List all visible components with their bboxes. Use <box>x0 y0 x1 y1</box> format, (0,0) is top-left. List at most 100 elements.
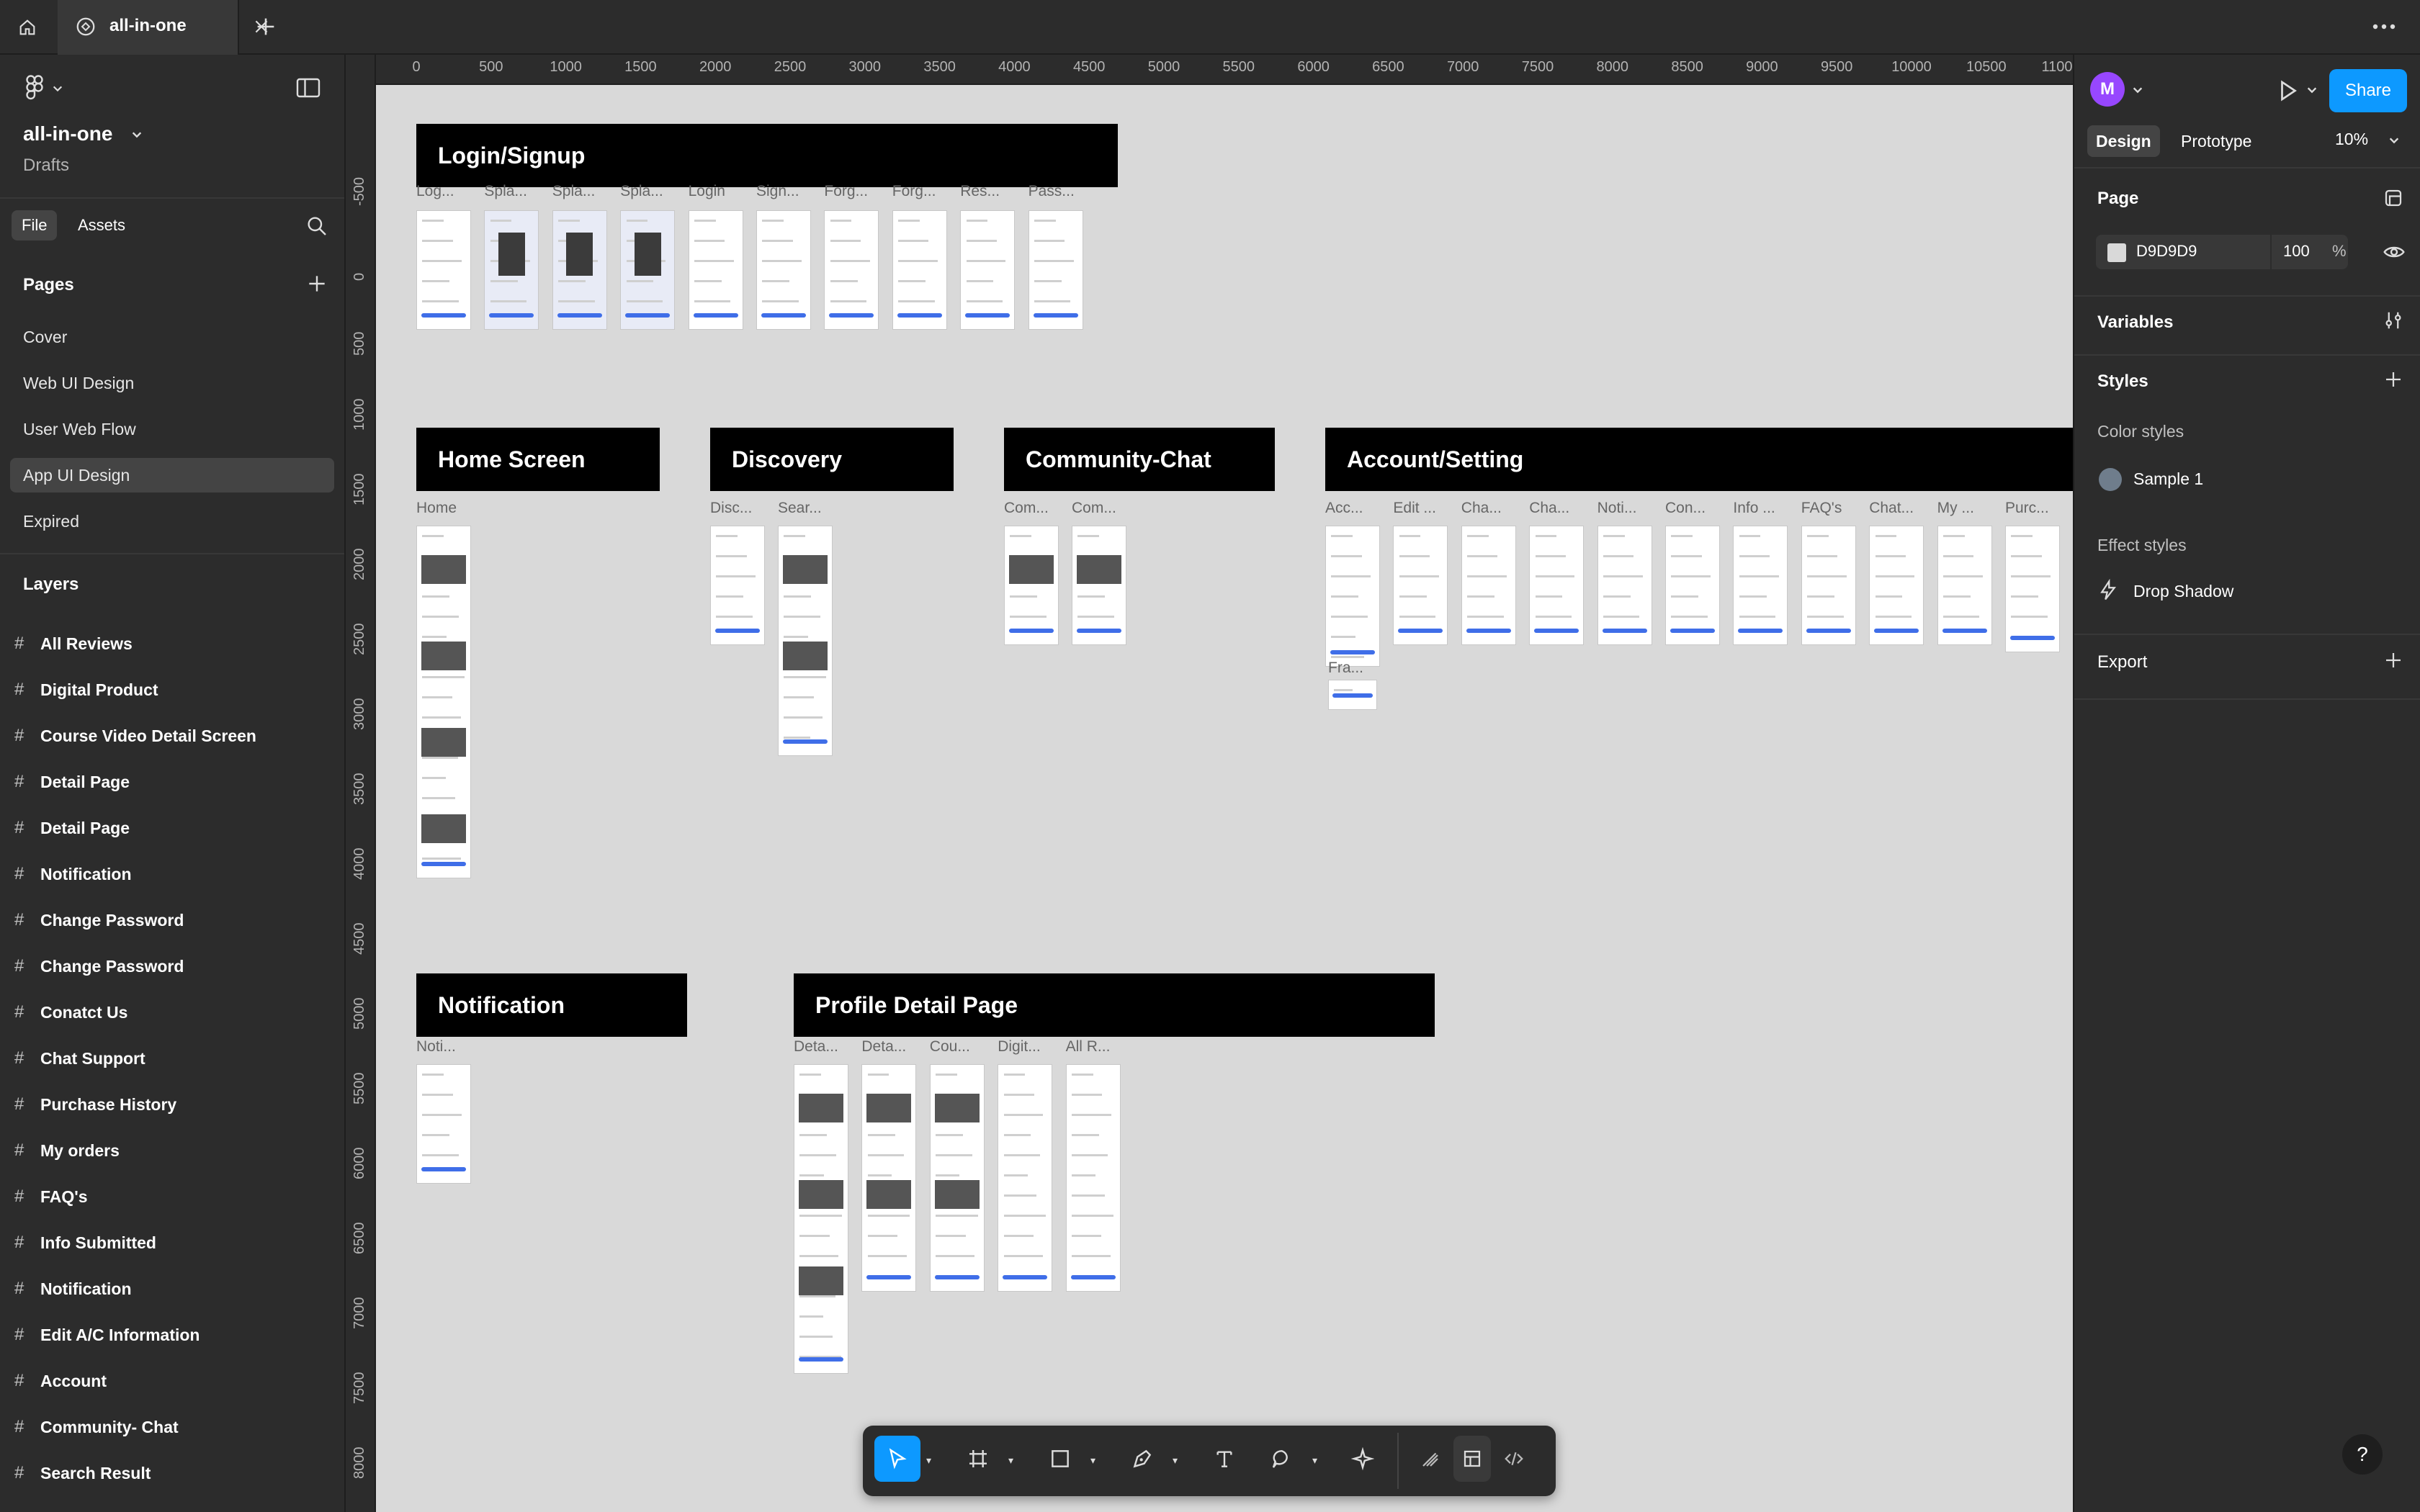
frame-label[interactable]: All R... <box>1066 1038 1111 1056</box>
chevron-down-icon[interactable] <box>52 84 63 94</box>
page-color-hex[interactable]: D9D9D9 <box>2136 242 2197 261</box>
home-button[interactable] <box>10 10 45 45</box>
tab-file[interactable]: File <box>12 210 58 240</box>
frame-label[interactable]: Cha... <box>1461 500 1502 517</box>
section-notification[interactable]: Notification <box>416 973 687 1037</box>
page-item[interactable]: Web UI Design <box>10 366 334 400</box>
layer-item[interactable]: # Conatct Us <box>14 992 331 1032</box>
frame-thumbnail[interactable] <box>1529 526 1585 645</box>
frame-thumbnail[interactable] <box>1028 210 1083 330</box>
page-item[interactable]: User Web Flow <box>10 412 334 446</box>
page-color-field[interactable]: D9D9D9 100 % <box>2096 235 2348 269</box>
frame-label[interactable]: Deta... <box>794 1038 838 1056</box>
comment-tool-button[interactable] <box>1259 1436 1305 1482</box>
add-page-icon[interactable] <box>305 272 328 295</box>
frame-label[interactable]: Noti... <box>1597 500 1637 517</box>
frame-label[interactable]: Spla... <box>620 183 663 200</box>
frame-label[interactable]: Com... <box>1004 500 1049 517</box>
frame-label[interactable]: Spla... <box>484 183 527 200</box>
frame-thumbnail[interactable] <box>1072 526 1126 645</box>
color-style-swatch[interactable] <box>2099 468 2122 491</box>
section-profile-detail-page[interactable]: Profile Detail Page <box>794 973 1435 1037</box>
chevron-down-icon[interactable] <box>2306 85 2318 95</box>
frame-label[interactable]: Pass... <box>1028 183 1075 200</box>
section-account-setting[interactable]: Account/Setting <box>1325 428 2073 491</box>
pen-tool-button[interactable] <box>1119 1436 1165 1482</box>
layer-item[interactable]: # Edit A/C Information <box>14 1315 331 1355</box>
layer-item[interactable]: # My orders <box>14 1130 331 1171</box>
figma-menu-icon[interactable] <box>23 75 46 101</box>
frame-thumbnail[interactable] <box>2005 526 2060 652</box>
search-icon[interactable] <box>305 215 328 238</box>
frame-tool-button[interactable] <box>955 1436 1001 1482</box>
frame-thumbnail[interactable] <box>960 210 1016 330</box>
canvas[interactable]: 0 500 1000 1500 2000 2500 3000 3500 4000 4500 5000… <box>346 55 2073 1512</box>
frame-label[interactable]: Chat... <box>1869 500 1914 517</box>
frame-thumbnail[interactable] <box>710 526 765 645</box>
chevron-down-icon[interactable]: ▾ <box>1008 1454 1013 1467</box>
page-settings-icon[interactable] <box>2383 187 2404 209</box>
frame-thumbnail[interactable] <box>688 210 743 330</box>
frame-thumbnail[interactable] <box>824 210 879 330</box>
layer-item[interactable]: # Notification <box>14 1269 331 1309</box>
share-button[interactable]: Share <box>2329 69 2407 112</box>
frame-label[interactable]: Con... <box>1665 500 1706 517</box>
frame-thumbnail[interactable] <box>416 210 471 330</box>
section-home-screen[interactable]: Home Screen <box>416 428 660 491</box>
frame-thumbnail[interactable] <box>1328 680 1377 710</box>
layer-item[interactable]: # FAQ's <box>14 1176 331 1217</box>
frame-label[interactable]: My ... <box>1937 500 1974 517</box>
frame-label[interactable]: Com... <box>1072 500 1116 517</box>
layer-item[interactable]: # Course Video Detail Screen <box>14 716 331 756</box>
variables-icon[interactable] <box>2383 310 2404 331</box>
chevron-down-icon[interactable] <box>2388 135 2400 145</box>
layer-item[interactable]: #Discovery <box>14 1499 331 1512</box>
frame-thumbnail[interactable] <box>1665 526 1720 645</box>
chevron-down-icon[interactable]: ▾ <box>1312 1454 1317 1467</box>
layer-item[interactable]: # Detail Page <box>14 762 331 802</box>
chevron-down-icon[interactable]: ▾ <box>1173 1454 1178 1467</box>
frame-thumbnail[interactable] <box>620 210 676 330</box>
frame-label[interactable]: Spla... <box>552 183 596 200</box>
add-style-icon[interactable] <box>2383 369 2404 390</box>
frame-thumbnail[interactable] <box>416 526 471 878</box>
help-button[interactable]: ? <box>2342 1434 2383 1475</box>
frame-thumbnail[interactable] <box>756 210 811 330</box>
effect-style-name[interactable]: Drop Shadow <box>2133 582 2233 601</box>
chevron-down-icon[interactable]: ▾ <box>926 1454 931 1467</box>
frame-label[interactable]: Cou... <box>930 1038 970 1056</box>
new-tab-icon[interactable] <box>254 14 278 39</box>
layer-item[interactable]: # Community- Chat <box>14 1407 331 1447</box>
tab-prototype[interactable]: Prototype <box>2172 125 2260 157</box>
frame-label[interactable]: FAQ's <box>1801 500 1842 517</box>
sidebar-toggle-icon[interactable] <box>295 76 321 99</box>
frame-label[interactable]: Disc... <box>710 500 752 517</box>
tab-assets[interactable]: Assets <box>68 210 135 240</box>
chevron-down-icon[interactable] <box>2132 85 2143 95</box>
layer-item[interactable]: # Detail Page <box>14 808 331 848</box>
frame-label[interactable]: Deta... <box>861 1038 906 1056</box>
page-item[interactable]: Cover <box>10 320 334 354</box>
page-opacity[interactable]: 100 <box>2283 242 2310 261</box>
chevron-down-icon[interactable] <box>131 130 143 140</box>
layer-item[interactable]: # Chat Support <box>14 1038 331 1079</box>
frame-thumbnail[interactable] <box>929 1064 985 1292</box>
frame-label[interactable]: Acc... <box>1325 500 1363 517</box>
text-tool-button[interactable] <box>1201 1436 1247 1482</box>
frame-label[interactable]: Fra... <box>1328 660 1363 677</box>
layer-item[interactable]: # Change Password <box>14 946 331 986</box>
frame-label[interactable]: Forg... <box>892 183 936 200</box>
frame-thumbnail[interactable] <box>484 210 539 330</box>
file-tab[interactable]: all-in-one <box>58 0 268 55</box>
section-discovery[interactable]: Discovery <box>710 428 954 491</box>
section-community-chat[interactable]: Community-Chat <box>1004 428 1275 491</box>
color-style-name[interactable]: Sample 1 <box>2133 469 2203 489</box>
layer-item[interactable]: # Change Password <box>14 900 331 940</box>
frame-thumbnail[interactable] <box>1937 526 1992 645</box>
frame-label[interactable]: Sign... <box>756 183 799 200</box>
avatar[interactable]: M <box>2090 72 2125 107</box>
frame-label[interactable]: Info ... <box>1733 500 1775 517</box>
add-export-icon[interactable] <box>2383 649 2404 671</box>
section-login-signup[interactable]: Login/Signup <box>416 124 1118 187</box>
frame-thumbnail[interactable] <box>892 210 947 330</box>
